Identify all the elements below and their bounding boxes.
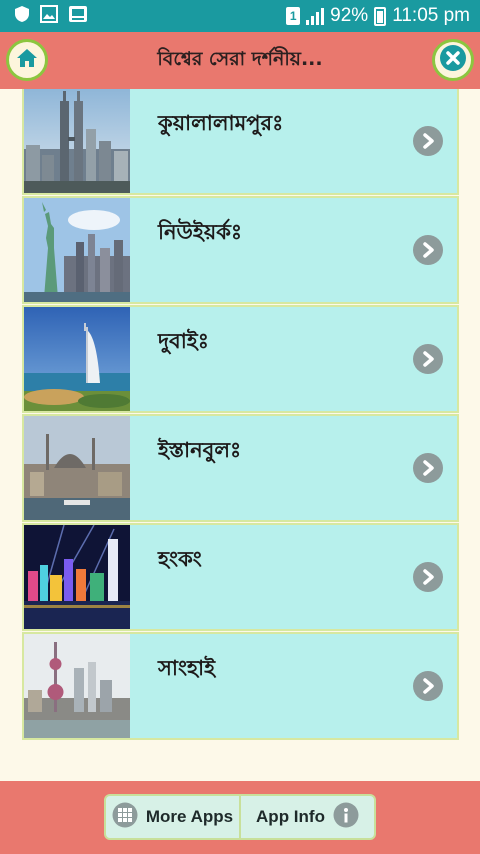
list-item-hong-kong[interactable]: হংকং xyxy=(22,523,459,631)
list-item-shanghai[interactable]: সাংহাই xyxy=(22,632,459,740)
chevron-right-icon[interactable] xyxy=(413,671,443,701)
hong-kong-image xyxy=(24,525,130,629)
bottom-bar: More Apps App Info xyxy=(0,781,480,854)
list-item-label: নিউইয়র্কঃ xyxy=(158,220,243,244)
notification-icons xyxy=(0,5,88,27)
home-icon xyxy=(16,47,38,73)
list-item-label: কুয়ালালামপুরঃ xyxy=(158,111,284,135)
more-apps-label: More Apps xyxy=(145,807,234,826)
list-item-label: দুবাইঃ xyxy=(158,329,209,353)
status-indicators: 1 92% 11:05 pm xyxy=(286,5,480,27)
grid-icon xyxy=(112,802,138,833)
app-notification-icon xyxy=(68,5,88,27)
places-list: কুয়ালালামপুরঃ নিউইয়র্কঃ দুবাইঃ ইস্তানব… xyxy=(22,89,459,741)
chevron-right-icon[interactable] xyxy=(413,126,443,156)
gallery-icon xyxy=(40,5,58,27)
istanbul-image xyxy=(24,416,130,520)
status-bar: 1 92% 11:05 pm xyxy=(0,0,480,32)
list-item-new-york[interactable]: নিউইয়র্কঃ xyxy=(22,196,459,304)
title-bar: বিশ্বের সেরা দর্শনীয়... xyxy=(0,32,480,89)
battery-percent: 92% xyxy=(330,5,369,26)
info-icon xyxy=(333,802,359,833)
footer-button-group: More Apps App Info xyxy=(104,794,376,840)
chevron-right-icon[interactable] xyxy=(413,235,443,265)
dubai-image xyxy=(24,307,130,411)
more-apps-button[interactable]: More Apps xyxy=(106,796,239,838)
kuala-lumpur-image xyxy=(24,89,130,193)
app-info-label: App Info xyxy=(256,807,325,826)
home-button[interactable] xyxy=(6,39,48,81)
list-item-kuala-lumpur[interactable]: কুয়ালালামপুরঃ xyxy=(22,89,459,195)
page-title: বিশ্বের সেরা দর্শনীয়... xyxy=(157,47,323,70)
list-item-dubai[interactable]: দুবাইঃ xyxy=(22,305,459,413)
shanghai-image xyxy=(24,634,130,738)
list-item-label: ইস্তানবুলঃ xyxy=(158,438,242,462)
sim-indicator: 1 xyxy=(286,7,301,25)
list-item-label: সাংহাই xyxy=(158,656,216,680)
chevron-right-icon[interactable] xyxy=(413,453,443,483)
chevron-right-icon[interactable] xyxy=(413,562,443,592)
close-button[interactable] xyxy=(432,39,474,81)
app-info-button[interactable]: App Info xyxy=(239,796,374,838)
list-item-label: হংকং xyxy=(158,547,202,571)
close-icon xyxy=(439,44,467,76)
chevron-right-icon[interactable] xyxy=(413,344,443,374)
new-york-image xyxy=(24,198,130,302)
clock: 11:05 pm xyxy=(392,5,470,26)
shield-icon xyxy=(14,5,30,27)
battery-icon xyxy=(374,6,387,26)
signal-icon xyxy=(306,7,325,25)
list-item-istanbul[interactable]: ইস্তানবুলঃ xyxy=(22,414,459,522)
